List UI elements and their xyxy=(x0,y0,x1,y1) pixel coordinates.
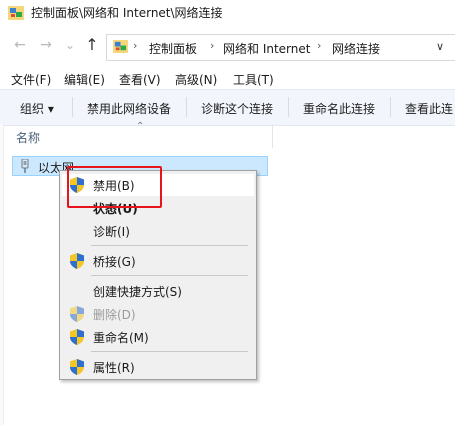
column-divider[interactable] xyxy=(272,124,273,148)
window-title: 控制面板\网络和 Internet\网络连接 xyxy=(31,6,223,20)
menu-view[interactable]: 查看(V) xyxy=(119,71,161,88)
command-separator xyxy=(186,97,187,117)
address-dropdown-icon[interactable]: ∨ xyxy=(436,40,444,53)
rename-connection-button[interactable]: 重命名此连接 xyxy=(303,100,375,117)
column-header: ⌃ 名称 xyxy=(0,121,455,148)
history-dropdown-icon[interactable]: ⌄ xyxy=(62,37,78,53)
list-left-edge xyxy=(0,124,4,425)
command-separator xyxy=(72,97,73,117)
menu-item-label: 属性(R) xyxy=(93,361,135,375)
menu-item-create-shortcut[interactable]: 创建快捷方式(S) xyxy=(62,280,254,302)
menu-file[interactable]: 文件(F) xyxy=(11,71,51,88)
uac-shield-icon xyxy=(70,253,84,269)
menu-item-delete[interactable]: 删除(D) xyxy=(62,303,254,325)
command-separator xyxy=(390,97,391,117)
breadcrumb-network-internet[interactable]: 网络和 Internet xyxy=(223,40,310,57)
menu-item-label: 创建快捷方式(S) xyxy=(93,285,182,299)
command-separator xyxy=(288,97,289,117)
menu-separator xyxy=(91,275,248,276)
menu-edit[interactable]: 编辑(E) xyxy=(64,71,105,88)
address-bar[interactable]: › 控制面板 › 网络和 Internet › 网络连接 ∨ xyxy=(106,34,455,61)
uac-shield-icon xyxy=(70,306,84,322)
forward-arrow-icon[interactable]: → xyxy=(38,37,54,53)
menu-tools[interactable]: 工具(T) xyxy=(233,71,274,88)
column-name[interactable]: 名称 xyxy=(16,129,40,146)
up-arrow-icon[interactable]: ↑ xyxy=(84,37,100,53)
menu-separator xyxy=(91,245,248,246)
menu-item-label: 桥接(G) xyxy=(93,255,136,269)
breadcrumb-network-connections[interactable]: 网络连接 xyxy=(332,40,380,57)
uac-shield-icon xyxy=(70,359,84,375)
diagnose-connection-button[interactable]: 诊断这个连接 xyxy=(201,100,273,117)
ethernet-adapter-icon xyxy=(21,159,29,173)
menu-item-label: 删除(D) xyxy=(93,308,136,322)
uac-shield-icon xyxy=(70,329,84,345)
control-panel-icon xyxy=(113,40,128,53)
annotation-highlight-box xyxy=(67,166,162,208)
command-bar: 组织 ▾ 禁用此网络设备 诊断这个连接 重命名此连接 查看此连 xyxy=(0,89,455,126)
network-connections-icon xyxy=(8,6,24,20)
disable-device-button[interactable]: 禁用此网络设备 xyxy=(87,100,171,117)
navigation-bar: ← → ⌄ ↑ › 控制面板 › 网络和 Internet › 网络连接 ∨ xyxy=(0,30,455,62)
breadcrumb-separator-icon: › xyxy=(133,39,138,52)
menu-item-diagnose[interactable]: 诊断(I) xyxy=(62,220,254,242)
organize-button[interactable]: 组织 ▾ xyxy=(20,100,54,117)
menu-separator xyxy=(91,351,248,352)
back-arrow-icon[interactable]: ← xyxy=(12,37,28,53)
breadcrumb-separator-icon: › xyxy=(317,39,322,52)
menu-item-bridge[interactable]: 桥接(G) xyxy=(62,250,254,272)
menu-advanced[interactable]: 高级(N) xyxy=(175,71,217,88)
menu-item-label: 诊断(I) xyxy=(93,225,130,239)
breadcrumb-separator-icon: › xyxy=(210,39,215,52)
menu-item-label: 重命名(M) xyxy=(93,331,149,345)
menu-item-rename[interactable]: 重命名(M) xyxy=(62,326,254,348)
menu-bar: 文件(F) 编辑(E) 查看(V) 高级(N) 工具(T) xyxy=(0,67,455,89)
sort-ascending-icon: ⌃ xyxy=(136,121,145,132)
breadcrumb-control-panel[interactable]: 控制面板 xyxy=(149,40,197,57)
title-bar: 控制面板\网络和 Internet\网络连接 xyxy=(0,0,455,30)
view-status-button[interactable]: 查看此连 xyxy=(405,100,453,117)
menu-item-properties[interactable]: 属性(R) xyxy=(62,356,254,378)
